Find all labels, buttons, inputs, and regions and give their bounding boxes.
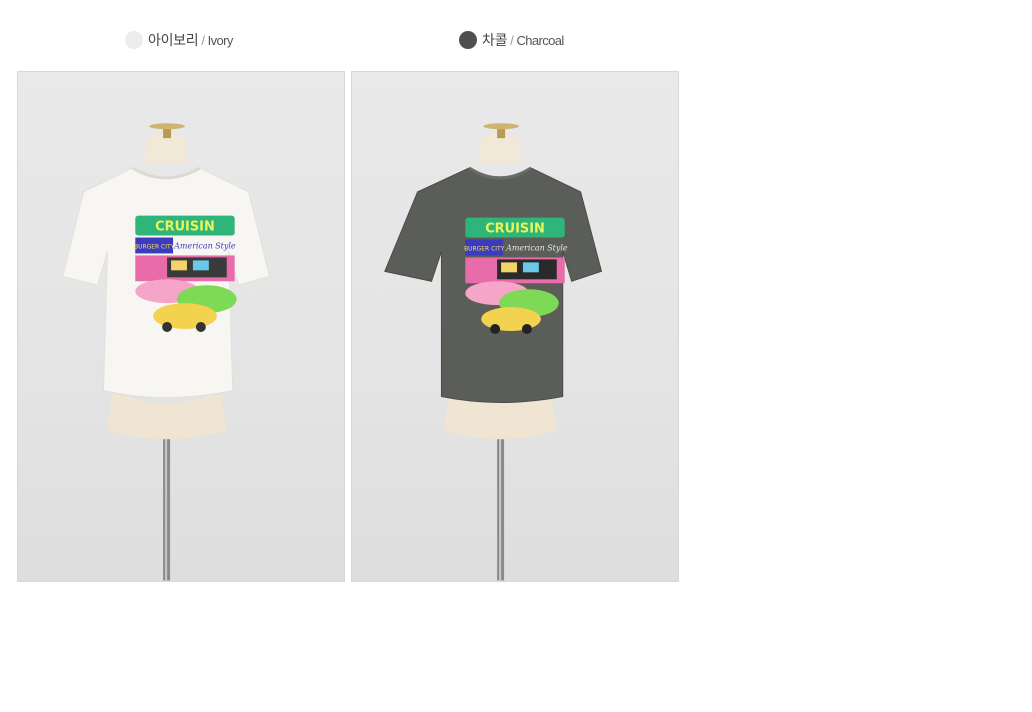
color-option-ivory[interactable]: 아이보리 / Ivory [125,28,233,52]
svg-text:American Style: American Style [505,243,568,252]
color-separator: / [510,33,514,48]
svg-text:BURGER CITY: BURGER CITY [464,245,505,252]
svg-text:American Style: American Style [173,241,236,250]
svg-text:BURGER CITY: BURGER CITY [134,243,175,250]
color-option-charcoal[interactable]: 차콜 / Charcoal [459,28,564,52]
product-photo-charcoal[interactable]: CRUISIN BURGER CITY American Style [351,71,679,582]
product-photo-ivory[interactable]: CRUISIN BURGER CITY American Style [17,71,345,582]
svg-text:CRUISIN: CRUISIN [155,220,215,235]
svg-text:CRUISIN: CRUISIN [485,222,545,237]
color-label-ivory: 아이보리 / Ivory [148,30,233,50]
charcoal-swatch[interactable] [459,31,477,49]
color-name-en: Charcoal [516,33,564,48]
color-label-charcoal: 차콜 / Charcoal [482,30,564,50]
tshirt-illustration: CRUISIN BURGER CITY American Style [384,123,603,581]
ivory-swatch[interactable] [125,31,143,49]
tshirt-illustration: CRUISIN BURGER CITY American Style [62,123,271,581]
color-name-ko: 아이보리 [148,32,199,48]
color-name-ko: 차콜 [482,32,508,48]
color-name-en: Ivory [207,33,234,48]
color-separator: / [201,33,205,48]
